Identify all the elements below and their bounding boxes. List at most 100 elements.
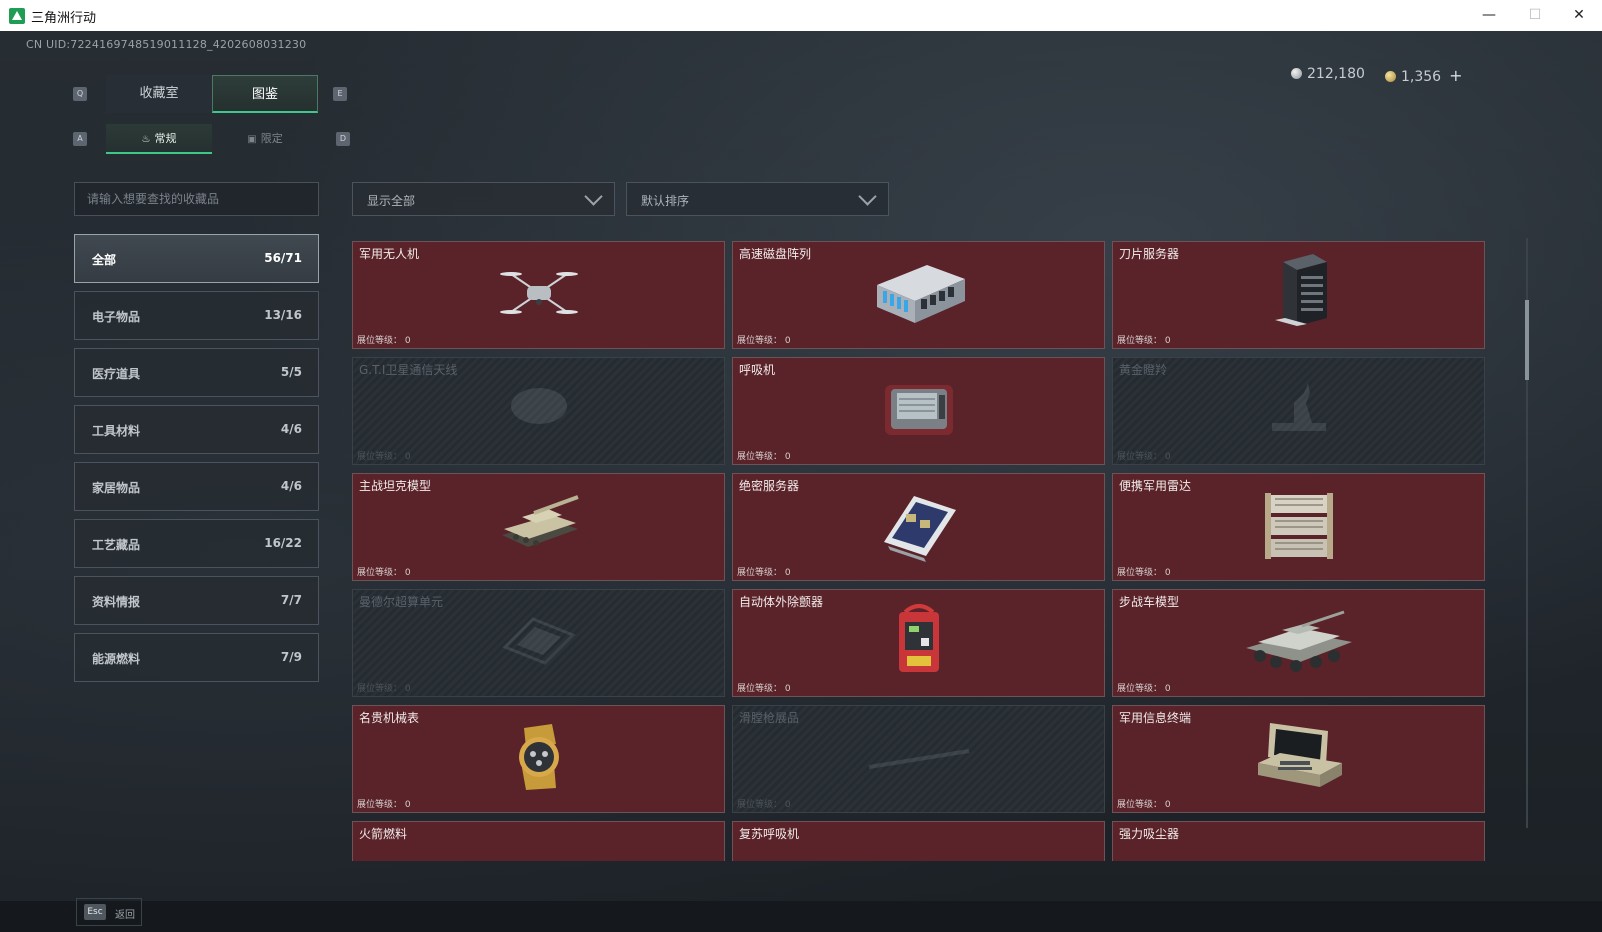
booth-level: 展位等级： 0 (357, 800, 411, 810)
search-input[interactable] (74, 182, 319, 216)
category-count: 5/5 (280, 365, 302, 379)
collection-card[interactable]: 曼德尔超算单元 展位等级： 0 (352, 589, 725, 697)
collection-card[interactable]: 刀片服务器展位等级： 0 (1112, 241, 1485, 349)
silver-currency: 212,180 (1291, 66, 1365, 82)
item-name: 军用无人机 (359, 247, 420, 261)
category-name: 工艺藏品 (92, 538, 141, 552)
antenna-icon (504, 384, 574, 438)
gold-amount: 1,356 (1401, 69, 1442, 85)
secret-server-icon (876, 486, 962, 568)
collection-card[interactable]: 名贵机械表展位等级： 0 (352, 705, 725, 813)
category-name: 全部 (92, 253, 117, 267)
collection-card[interactable]: 绝密服务器展位等级： 0 (732, 473, 1105, 581)
ventilator-icon (879, 377, 959, 445)
item-name: 名贵机械表 (359, 711, 420, 725)
radar-icon (1257, 487, 1341, 567)
collection-card[interactable]: 火箭燃料展位等级： 0 (352, 821, 725, 861)
key-hint-a: A (73, 132, 87, 146)
item-name: 黄金瞪羚 (1119, 363, 1168, 377)
collection-card[interactable]: 主战坦克模型 展位等级： 0 (352, 473, 725, 581)
maximize-button[interactable]: ☐ (1512, 0, 1558, 31)
close-button[interactable]: ✕ (1556, 0, 1602, 31)
category-tools[interactable]: 工具材料 4/6 (74, 405, 319, 454)
category-name: 家居物品 (92, 481, 141, 495)
drone-icon (497, 262, 581, 328)
gold-coin-icon (1385, 71, 1396, 82)
blade-server-icon (1263, 252, 1335, 338)
item-name: 绝密服务器 (739, 479, 800, 493)
item-name: 滑膛枪展品 (739, 711, 800, 725)
bottom-bar (0, 901, 1602, 932)
booth-level: 展位等级： 0 (737, 568, 791, 578)
item-name: 步战车模型 (1119, 595, 1180, 609)
category-count: 16/22 (264, 536, 302, 550)
tab-collection-room[interactable]: 收藏室 (106, 75, 212, 113)
category-name: 电子物品 (92, 310, 141, 324)
category-energy[interactable]: 能源燃料 7/9 (74, 633, 319, 682)
gazelle-icon (1264, 379, 1334, 443)
category-count: 56/71 (264, 251, 302, 265)
tab-codex[interactable]: 图鉴 (212, 75, 318, 113)
collection-card[interactable]: 黄金瞪羚展位等级： 0 (1112, 357, 1485, 465)
back-label: 返回 (115, 910, 135, 921)
item-name: 强力吸尘器 (1119, 827, 1180, 841)
esc-key-hint: Esc (84, 904, 106, 920)
category-all[interactable]: 全部 56/71 (74, 234, 319, 283)
category-name: 工具材料 (92, 424, 141, 438)
collection-grid: 军用无人机 展位等级： 0 高速磁盘阵列 展位等级： 0 刀片服务器 展位等级： 0 G.T… (352, 241, 1522, 861)
collection-card[interactable]: 步战车模型展位等级： 0 (1112, 589, 1485, 697)
booth-level: 展位等级： 0 (1117, 336, 1171, 346)
item-name: 刀片服务器 (1119, 247, 1180, 261)
subtab-limited-label: 限定 (260, 132, 283, 145)
booth-level: 展位等级： 0 (357, 452, 411, 462)
collection-card[interactable]: 复苏呼吸机展位等级： 0 (732, 821, 1105, 861)
booth-level: 展位等级： 0 (1117, 684, 1171, 694)
silver-coin-icon (1291, 68, 1302, 79)
collection-card[interactable]: 军用信息终端 展位等级： 0 (1112, 705, 1485, 813)
collection-card[interactable]: 自动体外除颤器 展位等级： 0 (732, 589, 1105, 697)
booth-level: 展位等级： 0 (357, 568, 411, 578)
collection-card[interactable]: 呼吸机 展位等级： 0 (732, 357, 1105, 465)
booth-level: 展位等级： 0 (357, 336, 411, 346)
sort-dropdown[interactable]: 默认排序 (626, 182, 889, 216)
key-hint-q: Q (73, 87, 87, 101)
booth-level: 展位等级： 0 (1117, 452, 1171, 462)
collection-card[interactable]: 军用无人机展位等级： 0 (352, 241, 725, 349)
musket-icon (859, 737, 979, 781)
defibrillator-icon (891, 600, 947, 686)
supercomputer-icon (499, 611, 579, 675)
collection-card[interactable]: 便携军用雷达 展位等级： 0 (1112, 473, 1485, 581)
watch-icon (506, 722, 572, 796)
booth-level: 展位等级： 0 (1117, 800, 1171, 810)
item-name: 高速磁盘阵列 (739, 247, 812, 261)
category-count: 7/9 (280, 650, 302, 664)
collection-card[interactable]: 高速磁盘阵列 展位等级： 0 (732, 241, 1105, 349)
chevron-down-icon (858, 187, 877, 206)
collection-card[interactable]: G.T.I卫星通信天线 展位等级： 0 (352, 357, 725, 465)
category-name: 医疗道具 (92, 367, 141, 381)
category-name: 资料情报 (92, 595, 141, 609)
subtab-limited[interactable]: ▣ 限定 (212, 124, 318, 154)
display-filter-dropdown[interactable]: 显示全部 (352, 182, 615, 216)
category-medical[interactable]: 医疗道具 5/5 (74, 348, 319, 397)
subtab-regular[interactable]: ♨ 常规 (106, 124, 212, 154)
booth-level: 展位等级： 0 (1117, 568, 1171, 578)
category-intel[interactable]: 资料情报 7/7 (74, 576, 319, 625)
display-filter-value: 显示全部 (367, 194, 416, 208)
item-name: 曼德尔超算单元 (359, 595, 444, 609)
minimize-button[interactable]: — (1466, 0, 1512, 31)
category-crafts[interactable]: 工艺藏品 16/22 (74, 519, 319, 568)
key-hint-e: E (333, 87, 347, 101)
collection-card[interactable]: 滑膛枪展品 展位等级： 0 (732, 705, 1105, 813)
collection-card[interactable]: 强力吸尘器展位等级： 0 (1112, 821, 1485, 861)
app-logo-icon (9, 8, 25, 24)
tank-icon (494, 493, 584, 561)
category-electronics[interactable]: 电子物品 13/16 (74, 291, 319, 340)
scrollbar-thumb[interactable] (1525, 300, 1529, 380)
add-currency-button[interactable]: + (1449, 66, 1462, 85)
terminal-icon (1250, 717, 1348, 801)
window-titlebar: 三角洲行动 — ☐ ✕ (0, 0, 1602, 32)
category-household[interactable]: 家居物品 4/6 (74, 462, 319, 511)
disk-array-icon (867, 257, 971, 333)
gold-currency: 1,356 + (1385, 66, 1463, 85)
